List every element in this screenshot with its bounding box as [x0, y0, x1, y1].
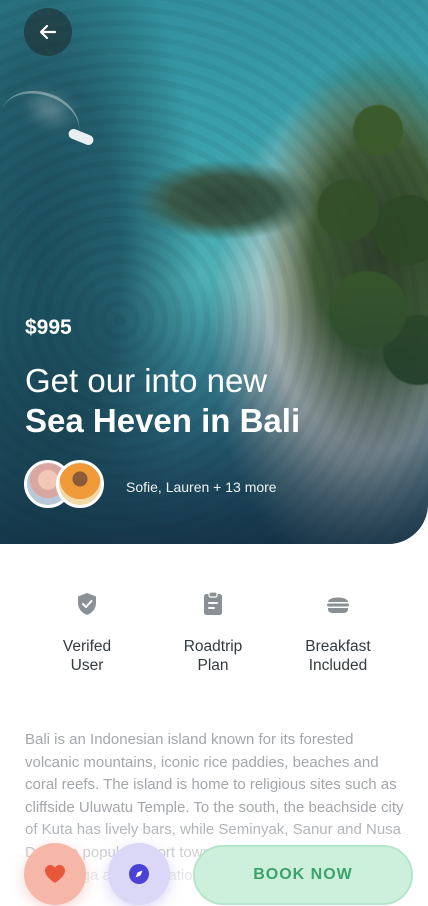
- title-line-2: Sea Heven in Bali: [25, 402, 301, 439]
- book-now-button[interactable]: BOOK NOW: [193, 845, 413, 905]
- traveler-avatars[interactable]: [24, 460, 104, 508]
- feature-label: Roadtrip Plan: [183, 638, 243, 674]
- clipboard-icon: [204, 591, 222, 615]
- price-label: $995: [25, 316, 72, 339]
- travelers-caption: Sofie, Lauren + 13 more: [126, 479, 277, 495]
- feature-label: Verifed User: [62, 638, 112, 674]
- boat-wake: [0, 81, 88, 163]
- burger-icon: [327, 597, 349, 613]
- features-row: Verifed User Roadtrip Plan Breakfast Inc…: [0, 585, 428, 685]
- back-button[interactable]: [24, 8, 72, 56]
- heart-icon: [45, 865, 65, 883]
- favorite-button[interactable]: [24, 843, 86, 905]
- palm-trees: [318, 90, 428, 410]
- title-line-1: Get our into new: [25, 362, 268, 399]
- feature-breakfast-included: Breakfast Included: [273, 585, 403, 675]
- avatar: [56, 460, 104, 508]
- feature-label: Breakfast Included: [305, 638, 371, 674]
- feature-verified-user: Verifed User: [22, 585, 152, 675]
- explore-button[interactable]: [108, 843, 170, 905]
- shield-check-icon: [78, 593, 96, 615]
- compass-icon: [129, 864, 149, 884]
- feature-roadtrip-plan: Roadtrip Plan: [148, 585, 278, 675]
- arrow-left-icon: [39, 24, 57, 40]
